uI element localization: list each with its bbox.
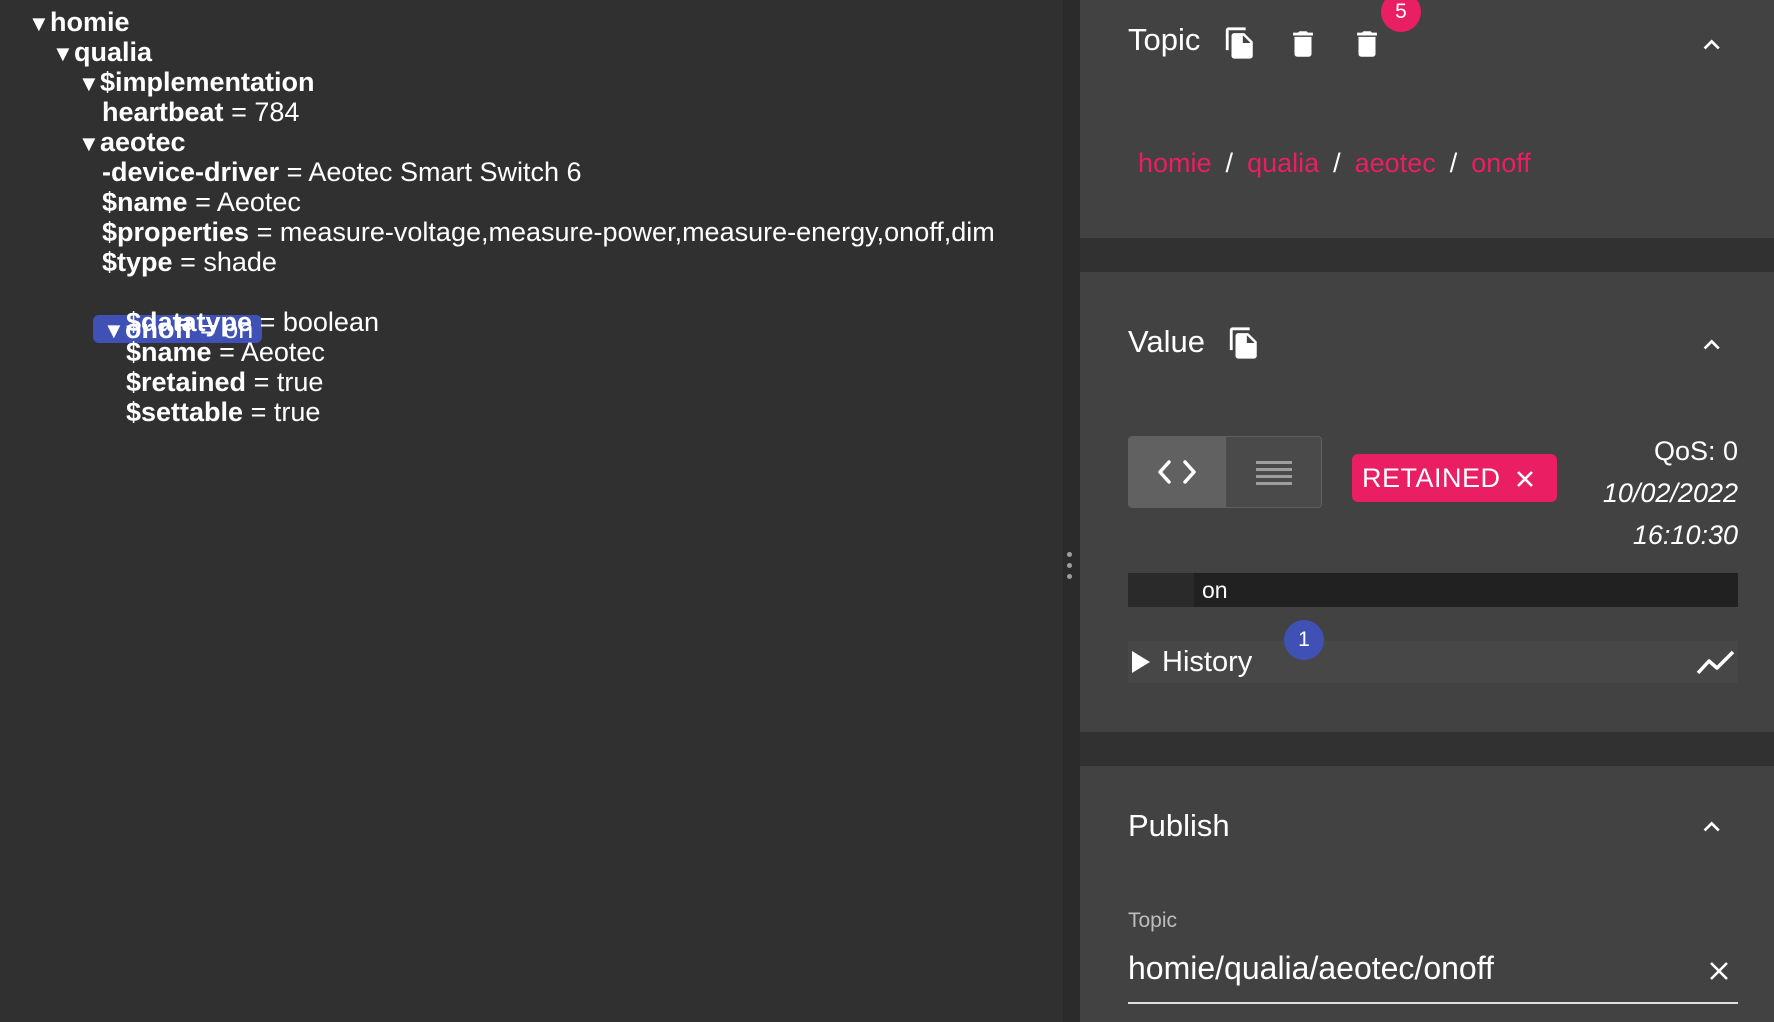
equals-sign: = (195, 187, 211, 217)
equals-sign: = (219, 337, 235, 367)
equals-sign: = (231, 97, 247, 127)
publish-topic-field[interactable] (1128, 946, 1738, 1004)
tree-node-key: -device-driver (102, 157, 280, 187)
tree-node-value: Aeotec (240, 337, 325, 367)
expand-triangle-icon[interactable]: ▼ (78, 128, 100, 160)
equals-sign: = (180, 247, 196, 277)
expand-triangle-icon[interactable]: ▼ (78, 68, 100, 100)
expand-triangle-icon[interactable]: ▼ (103, 317, 125, 345)
tree-node-key: qualia (74, 37, 153, 67)
publish-topic-label: Topic (1128, 909, 1178, 932)
tree-node-key: aeotec (100, 127, 186, 157)
tree-node-key: heartbeat (102, 97, 224, 127)
tree-node-value: measure-voltage,measure-power,measure-en… (279, 217, 995, 247)
topic-tree: ▼homie ▼qualia ▼$implementation heartbea… (0, 0, 1063, 1022)
tree-node-key: $retained (126, 367, 247, 397)
tree-node-properties[interactable]: $properties = measure-voltage,measure-po… (102, 216, 995, 248)
tree-node-device-driver[interactable]: -device-driver = Aeotec Smart Switch 6 (102, 156, 582, 188)
tree-node-key: $name (126, 337, 212, 367)
publish-form: Topic (1080, 0, 1774, 1022)
tree-node-key: homie (50, 7, 130, 37)
publish-topic-input[interactable] (1128, 946, 1668, 990)
tree-node-name[interactable]: $name = Aeotec (102, 186, 301, 218)
tree-node-type[interactable]: $type = shade (102, 246, 277, 278)
tree-node-settable[interactable]: $settable = true (126, 396, 320, 428)
equals-sign: = (253, 367, 270, 397)
tree-node-qualia[interactable]: ▼qualia (52, 36, 152, 68)
tree-node-homie[interactable]: ▼homie (28, 6, 130, 38)
tree-node-key: $datatype (126, 307, 253, 337)
tree-node-retained[interactable]: $retained = true (126, 366, 323, 398)
clear-icon[interactable] (1708, 960, 1730, 982)
tree-node-implementation[interactable]: ▼$implementation (78, 66, 315, 98)
tree-node-aeotec[interactable]: ▼aeotec (78, 126, 186, 158)
equals-sign: = (259, 307, 276, 337)
tree-node-value: boolean (282, 307, 379, 337)
tree-node-key: $type (102, 247, 173, 277)
tree-node-value: true (273, 397, 321, 427)
split-divider[interactable] (1063, 0, 1080, 1022)
tree-node-name-2[interactable]: $name = Aeotec (126, 336, 325, 368)
equals-sign: = (256, 217, 273, 247)
equals-sign: = (250, 397, 267, 427)
tree-node-value: shade (203, 247, 277, 277)
tree-node-key: $properties (102, 217, 250, 247)
expand-triangle-icon[interactable]: ▼ (52, 38, 74, 70)
equals-sign: = (286, 157, 303, 187)
tree-node-value: 784 (254, 97, 300, 127)
resize-grip-icon[interactable] (1067, 552, 1073, 585)
tree-node-value: true (276, 367, 324, 397)
tree-node-value: Aeotec Smart Switch 6 (308, 157, 582, 187)
tree-node-heartbeat[interactable]: heartbeat = 784 (102, 96, 299, 128)
expand-triangle-icon[interactable]: ▼ (28, 8, 50, 40)
tree-node-key: $name (102, 187, 188, 217)
tree-node-value: Aeotec (216, 187, 301, 217)
tree-node-key: $settable (126, 397, 244, 427)
tree-node-datatype[interactable]: $datatype = boolean (126, 306, 379, 338)
tree-node-key: $implementation (100, 67, 315, 97)
